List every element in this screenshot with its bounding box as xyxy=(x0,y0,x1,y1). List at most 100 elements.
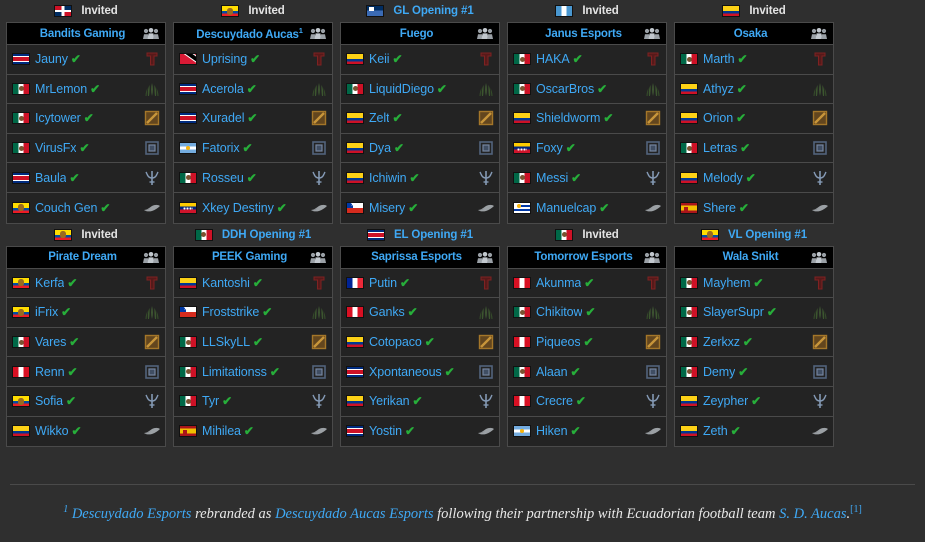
qualifier-label[interactable]: VL Opening #1 xyxy=(674,224,834,246)
position-1-svg xyxy=(480,52,492,66)
player-name-link[interactable]: Orion xyxy=(703,111,733,125)
footnote-reference[interactable]: [1] xyxy=(850,504,862,515)
position-3-offlane-icon xyxy=(143,333,161,351)
qualifier-label[interactable]: GL Opening #1 xyxy=(340,0,500,22)
player-name-link[interactable]: Xuradel xyxy=(202,111,244,125)
player-name-link[interactable]: Zelt xyxy=(369,111,389,125)
player-row: Keii ✔ xyxy=(341,45,499,75)
team-table: Tomorrow Esports Akunma ✔ Chikitow ✔ Pique… xyxy=(507,245,667,448)
team-header: Descuydado Aucas1 xyxy=(174,23,332,45)
player-name-link[interactable]: Mihilea xyxy=(202,424,241,438)
team-name-link[interactable]: Saprissa Esports xyxy=(341,251,476,263)
verified-check-icon: ✔ xyxy=(571,170,582,185)
player-name-link[interactable]: Sofia xyxy=(35,394,63,408)
player-name-link[interactable]: Jauny xyxy=(35,52,68,66)
player-name-link[interactable]: Baula xyxy=(35,171,66,185)
player-name-link[interactable]: Xkey Destiny xyxy=(202,201,274,215)
verified-check-icon: ✔ xyxy=(242,141,253,156)
player-name-link[interactable]: Shieldworm xyxy=(536,111,600,125)
position-4-support-icon xyxy=(811,139,829,157)
player-name-link[interactable]: Akunma xyxy=(536,276,581,290)
player-name-link[interactable]: Rosseu xyxy=(202,171,244,185)
player-name-link[interactable]: SlayerSupr xyxy=(703,305,764,319)
player-name-link[interactable]: Xpontaneous xyxy=(369,365,442,379)
team-name-link[interactable]: Pirate Dream xyxy=(7,251,142,263)
verified-check-icon: ✔ xyxy=(246,81,257,96)
player-name-link[interactable]: Hiken xyxy=(536,424,567,438)
player-name-link[interactable]: Zerkxz xyxy=(703,335,740,349)
player-name-link[interactable]: Melody xyxy=(703,171,743,185)
flag-icon-pe xyxy=(513,276,531,289)
player-name-link[interactable]: Marth xyxy=(703,52,734,66)
player-name-link[interactable]: Zeypher xyxy=(703,394,748,408)
player-name-link[interactable]: Froststrike xyxy=(202,305,259,319)
qualifier-text: Invited xyxy=(81,228,118,241)
player-name-link[interactable]: Misery xyxy=(369,201,405,215)
footnote-link-descuydado-esports[interactable]: Descuydado Esports xyxy=(72,506,192,522)
player-name-link[interactable]: Wikko xyxy=(35,424,69,438)
player-name-link[interactable]: Kerfa xyxy=(35,276,64,290)
team-name-link[interactable]: Fuego xyxy=(341,28,476,40)
player-row: Zelt ✔ xyxy=(341,104,499,134)
team-name-text: Pirate Dream xyxy=(48,251,117,264)
player-name-link[interactable]: Icytower xyxy=(35,111,81,125)
player-name-link[interactable]: OscarBros xyxy=(536,82,594,96)
player-name-link[interactable]: Athyz xyxy=(703,82,734,96)
player-name-link[interactable]: Yostin xyxy=(369,424,402,438)
player-name-link[interactable]: VirusFx xyxy=(35,141,76,155)
player-name-link[interactable]: Foxy xyxy=(536,141,563,155)
team-card: GL Opening #1 Fuego Keii ✔ LiquidDiego ✔ Ze… xyxy=(340,0,500,224)
player-name-link[interactable]: Vares xyxy=(35,335,66,349)
player-name-link[interactable]: Messi xyxy=(536,171,568,185)
player-name-link[interactable]: Cotopaco xyxy=(369,335,422,349)
footnote-text: 1 Descuydado Esports rebranded as Descuy… xyxy=(63,504,862,523)
coach-icon-svg xyxy=(478,428,494,435)
verified-check-icon: ✔ xyxy=(745,170,756,185)
player-name-link[interactable]: Putin xyxy=(369,276,397,290)
team-name-link[interactable]: Tomorrow Esports xyxy=(508,251,643,263)
qualifier-label[interactable]: EL Opening #1 xyxy=(340,224,500,246)
player-name-link[interactable]: Tyr xyxy=(202,394,219,408)
player-name-link[interactable]: Ichiwin xyxy=(369,171,407,185)
verified-check-icon: ✔ xyxy=(742,335,753,350)
player-name-link[interactable]: Shere xyxy=(703,201,736,215)
player-name-link[interactable]: Manuelcap xyxy=(536,201,596,215)
player-name-link[interactable]: Keii xyxy=(369,52,389,66)
player-name-link[interactable]: Uprising xyxy=(202,52,247,66)
player-name-link[interactable]: Ganks xyxy=(369,305,405,319)
qualifier-label[interactable]: DDH Opening #1 xyxy=(173,224,333,246)
player-name-link[interactable]: Yerikan xyxy=(369,394,410,408)
footnote-marker: 1 xyxy=(63,504,69,516)
player-name-link[interactable]: MrLemon xyxy=(35,82,87,96)
team-name-link[interactable]: Bandits Gaming xyxy=(7,28,142,40)
player-name-link[interactable]: Acerola xyxy=(202,82,244,96)
coach-icon-svg xyxy=(144,428,160,435)
team-name-link[interactable]: PÊEK Gaming xyxy=(174,251,309,263)
team-name-link[interactable]: Osaka xyxy=(675,28,810,40)
team-name-link[interactable]: Wala Snikt xyxy=(675,251,810,263)
player-name-link[interactable]: iFrix xyxy=(35,305,58,319)
player-name-link[interactable]: Crecre xyxy=(536,394,573,408)
player-name-link[interactable]: Fatorix xyxy=(202,141,240,155)
team-name-link[interactable]: Janus Esports xyxy=(508,28,643,40)
player-name-link[interactable]: Zeth xyxy=(703,424,728,438)
player-name-link[interactable]: LiquidDiego xyxy=(369,82,434,96)
player-name-link[interactable]: Limitationss xyxy=(202,365,267,379)
player-name-link[interactable]: Alaan xyxy=(536,365,567,379)
player-name-link[interactable]: Mayhem xyxy=(703,276,750,290)
player-name-link[interactable]: LLSkyLL xyxy=(202,335,250,349)
player-name-link[interactable]: Letras xyxy=(703,141,737,155)
player-name-link[interactable]: Kantoshi xyxy=(202,276,250,290)
player-name-link[interactable]: Piqueos xyxy=(536,335,580,349)
player-name-link[interactable]: Chikitow xyxy=(536,305,582,319)
team-footnote-marker[interactable]: 1 xyxy=(299,26,303,35)
player-name-link[interactable]: Demy xyxy=(703,365,735,379)
team-name-link[interactable]: Descuydado Aucas1 xyxy=(174,26,309,41)
player-name-link[interactable]: Renn xyxy=(35,365,64,379)
footnote-link-descuydado-aucas-esports[interactable]: Descuydado Aucas Esports xyxy=(275,506,433,522)
player-name-link[interactable]: Dya xyxy=(369,141,391,155)
footnote-link-sd-aucas[interactable]: S. D. Aucas xyxy=(779,506,846,522)
player-name-link[interactable]: HAKA xyxy=(536,52,570,66)
player-row: Fatorix ✔ xyxy=(174,133,332,164)
player-name-link[interactable]: Couch Gen xyxy=(35,201,97,215)
